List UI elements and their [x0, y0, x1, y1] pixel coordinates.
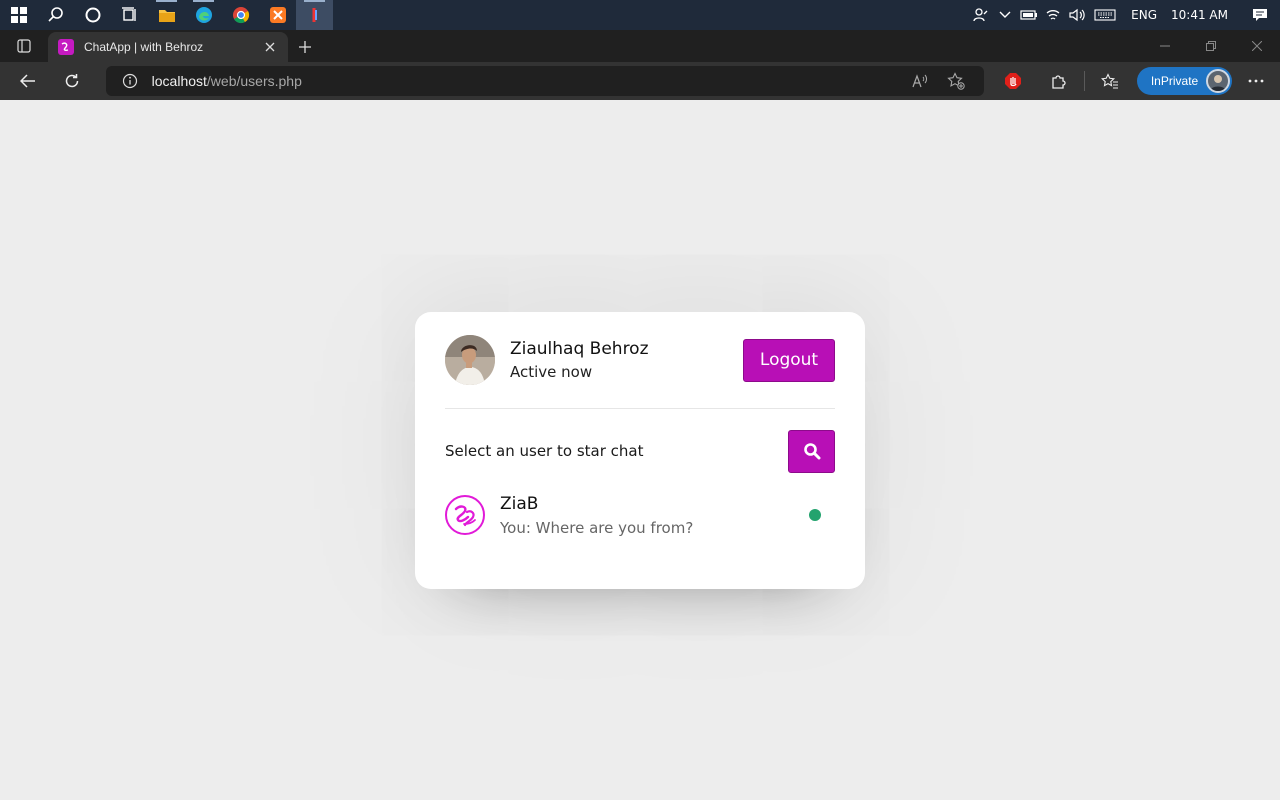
search-button[interactable] — [788, 429, 835, 473]
keyboard-icon[interactable] — [1089, 0, 1121, 30]
xampp-icon[interactable] — [259, 0, 296, 30]
chrome-icon[interactable] — [222, 0, 259, 30]
extensions-icon[interactable] — [1036, 62, 1082, 100]
address-bar[interactable]: localhost/web/users.php — [105, 66, 985, 96]
site-info-icon[interactable] — [122, 73, 138, 89]
notifications-icon[interactable] — [1240, 0, 1280, 30]
logout-button[interactable]: Logout — [743, 338, 835, 382]
close-tab-icon[interactable] — [262, 39, 278, 55]
new-tab-icon[interactable] — [288, 32, 322, 62]
browser-toolbar: localhost/web/users.php InPrivate — [0, 62, 1280, 100]
close-window-icon[interactable] — [1234, 30, 1280, 62]
people-icon[interactable] — [969, 0, 993, 30]
search-icon — [803, 443, 820, 460]
url-host: localhost — [151, 73, 207, 89]
user-avatar-ziab — [445, 495, 485, 535]
chat-users-card: Ziaulhaq Behroz Active now Logout Select… — [415, 312, 865, 589]
minimize-icon[interactable] — [1142, 30, 1188, 62]
tab-actions-icon[interactable] — [0, 30, 48, 62]
windows-taskbar: ENG 10:41 AM — [0, 0, 1280, 30]
app-icon[interactable] — [296, 0, 333, 30]
file-explorer-icon[interactable] — [148, 0, 185, 30]
url-path: /web/users.php — [206, 73, 302, 89]
edge-icon[interactable] — [185, 0, 222, 30]
online-status-indicator — [809, 509, 821, 521]
profile-avatar — [1206, 69, 1231, 93]
task-view-icon[interactable] — [111, 0, 148, 30]
browser-tab-strip: ChatApp | with Behroz — [0, 30, 1280, 62]
adblock-extension-icon[interactable] — [990, 62, 1036, 100]
restore-icon[interactable] — [1188, 30, 1234, 62]
language-indicator[interactable]: ENG — [1121, 8, 1167, 22]
search-icon[interactable] — [37, 0, 74, 30]
wifi-icon[interactable] — [1041, 0, 1065, 30]
search-prompt-text: Select an user to star chat — [445, 442, 644, 460]
current-user-name: Ziaulhaq Behroz — [510, 339, 649, 359]
user-list-item[interactable]: ZiaB You: Where are you from? — [445, 485, 835, 545]
read-aloud-icon[interactable] — [902, 66, 938, 96]
user-name: ZiaB — [500, 493, 539, 514]
more-options-icon[interactable] — [1232, 62, 1280, 100]
page-content: Ziaulhaq Behroz Active now Logout Select… — [0, 100, 1280, 800]
back-icon[interactable] — [6, 62, 50, 100]
add-favorite-icon[interactable] — [938, 66, 974, 96]
volume-icon[interactable] — [1065, 0, 1089, 30]
favorites-icon[interactable] — [1087, 62, 1133, 100]
url-text[interactable]: localhost/web/users.php — [152, 73, 903, 89]
current-user-status: Active now — [510, 363, 593, 381]
battery-icon[interactable] — [1017, 0, 1041, 30]
current-user-avatar — [445, 335, 495, 385]
refresh-icon[interactable] — [50, 62, 94, 100]
search-bar: Select an user to star chat — [445, 409, 835, 493]
inprivate-profile-button[interactable]: InPrivate — [1136, 67, 1233, 95]
tab-title: ChatApp | with Behroz — [84, 40, 204, 54]
user-last-message: You: Where are you from? — [500, 518, 694, 537]
cortana-icon[interactable] — [74, 0, 111, 30]
windows-start-icon[interactable] — [0, 0, 37, 30]
toolbar-divider — [1084, 71, 1086, 91]
inprivate-label: InPrivate — [1150, 74, 1199, 88]
user-header: Ziaulhaq Behroz Active now Logout — [445, 312, 835, 409]
clock[interactable]: 10:41 AM — [1167, 8, 1240, 22]
browser-tab-active[interactable]: ChatApp | with Behroz — [48, 32, 288, 62]
chatapp-favicon-icon — [58, 39, 74, 55]
chevron-up-icon[interactable] — [993, 0, 1017, 30]
